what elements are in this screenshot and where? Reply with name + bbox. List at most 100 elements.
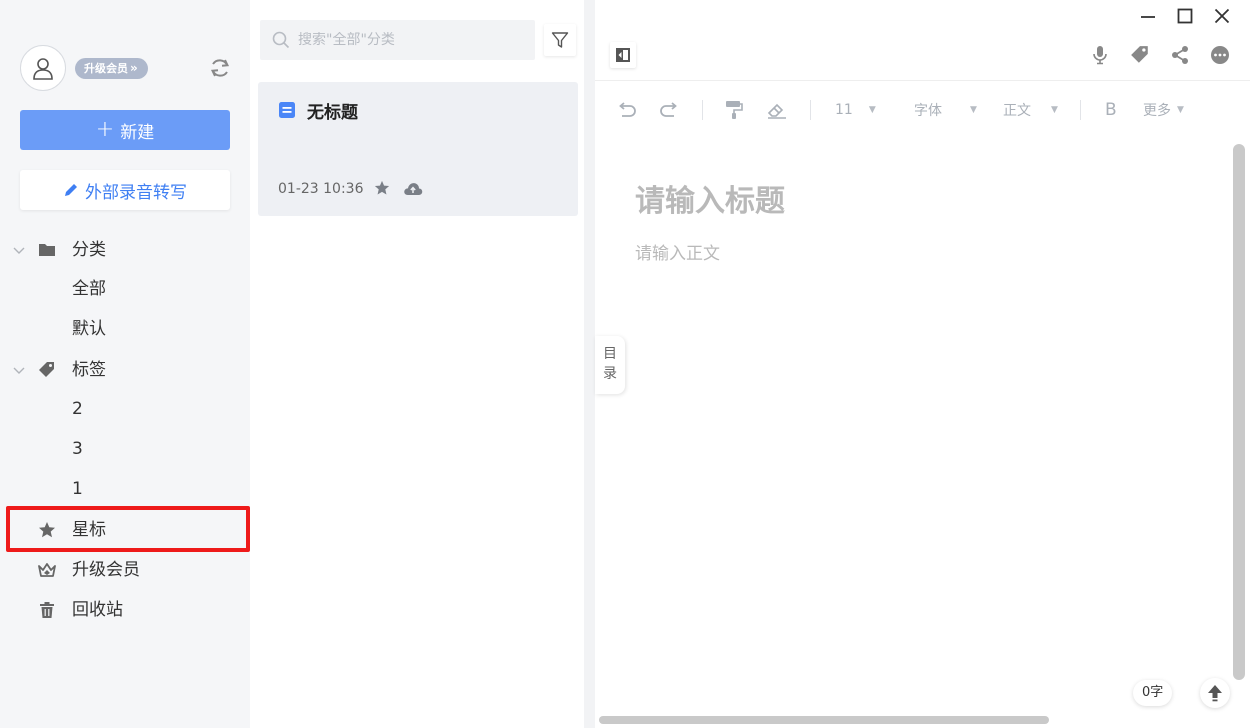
trash-icon	[40, 602, 54, 618]
more-format-select[interactable]: 更多 ▼	[1143, 96, 1184, 124]
sync-button[interactable]	[206, 54, 234, 82]
filter-button[interactable]	[544, 24, 576, 56]
external-recording-button[interactable]: 外部录音转写	[20, 170, 230, 210]
panel-toggle-icon	[616, 48, 630, 62]
paragraph-style-value: 正文	[1003, 103, 1031, 119]
highlight-box	[6, 506, 250, 552]
sidebar-item-label: 默认	[72, 319, 106, 339]
tag-icon	[1131, 46, 1148, 63]
note-title: 无标题	[307, 103, 358, 123]
dropdown-arrow-icon: ▼	[868, 105, 876, 115]
scroll-to-top-button[interactable]	[1200, 678, 1230, 708]
tag-button[interactable]	[1127, 42, 1153, 68]
sidebar-item-label: 1	[72, 479, 83, 499]
share-icon	[1172, 46, 1188, 64]
sidebar-item-all[interactable]: 全部	[0, 271, 250, 307]
toc-label-line2: 录	[603, 366, 617, 382]
pencil-icon	[65, 184, 77, 196]
voice-input-button[interactable]	[1087, 42, 1113, 68]
minimize-button[interactable]	[1136, 4, 1160, 28]
sidebar-item-tag-3[interactable]: 3	[0, 431, 250, 467]
sidebar-item-label: 回收站	[72, 600, 123, 620]
filter-icon	[551, 32, 569, 48]
sidebar-item-tag-2[interactable]: 2	[0, 391, 250, 427]
paint-roller-icon	[726, 101, 743, 119]
word-count-badge: 0字	[1133, 680, 1173, 706]
chevron-down-icon	[13, 367, 25, 374]
user-icon	[33, 58, 53, 80]
sidebar-item-trash[interactable]: 回收站	[0, 592, 250, 628]
plus-icon: +	[95, 117, 115, 142]
microphone-icon	[1093, 46, 1107, 65]
redo-button[interactable]	[659, 96, 679, 124]
toolbar-divider	[810, 100, 811, 120]
font-size-select[interactable]: 11 ▼	[835, 96, 876, 124]
more-options-button[interactable]	[1207, 42, 1233, 68]
horizontal-scrollbar[interactable]	[599, 716, 1049, 724]
toolbar-divider	[702, 100, 703, 120]
sidebar-item-tag-1[interactable]: 1	[0, 471, 250, 507]
arrow-up-icon	[1208, 685, 1222, 702]
new-note-button[interactable]: + 新建	[20, 110, 230, 150]
toolbar-divider	[1080, 100, 1081, 120]
font-family-select[interactable]: 字体 ▼	[914, 96, 977, 124]
maximize-button[interactable]	[1173, 4, 1197, 28]
dropdown-arrow-icon: ▼	[1051, 105, 1058, 115]
search-input[interactable]	[298, 32, 528, 48]
clear-format-button[interactable]	[766, 96, 788, 124]
note-title-input[interactable]: 请输入标题	[635, 176, 785, 220]
font-size-value: 11	[835, 102, 853, 118]
folder-icon	[39, 244, 55, 256]
close-icon	[1214, 8, 1230, 24]
sidebar-item-label: 全部	[72, 279, 106, 299]
minimize-icon	[1141, 16, 1155, 18]
sidebar-item-label: 2	[72, 399, 83, 419]
upgrade-vip-badge[interactable]: 升级会员»	[75, 58, 148, 79]
redo-icon	[660, 102, 677, 117]
sidebar-section-tags[interactable]: 标签	[0, 352, 250, 388]
sidebar-item-label: 3	[72, 439, 83, 459]
new-note-label: 新建	[120, 122, 155, 143]
format-painter-button[interactable]	[724, 96, 744, 124]
toolbar-top-border	[595, 80, 1250, 81]
external-recording-label: 外部录音转写	[85, 182, 187, 203]
sidebar-item-default[interactable]: 默认	[0, 311, 250, 347]
undo-button[interactable]	[617, 96, 637, 124]
note-list-pane: 无标题 01-23 10:36	[250, 0, 584, 728]
search-icon	[272, 31, 290, 49]
close-button[interactable]	[1210, 4, 1234, 28]
sidebar-item-upgrade[interactable]: 升级会员	[0, 552, 250, 588]
dropdown-arrow-icon: ▼	[1177, 105, 1184, 115]
paragraph-style-select[interactable]: 正文 ▼	[1003, 96, 1058, 124]
crown-icon	[38, 563, 56, 577]
toc-label-line1: 目	[603, 346, 617, 362]
cloud-upload-icon	[404, 183, 423, 195]
user-avatar[interactable]	[20, 45, 66, 91]
document-icon	[279, 102, 295, 118]
note-body-input[interactable]: 请输入正文	[635, 239, 720, 264]
font-family-value: 字体	[914, 103, 942, 119]
maximize-icon	[1177, 8, 1193, 24]
chevron-down-icon	[13, 247, 25, 254]
sidebar-item-label: 升级会员	[72, 560, 140, 580]
vertical-scrollbar[interactable]	[1233, 144, 1245, 680]
pane-divider[interactable]	[584, 0, 595, 728]
vip-badge-label: 升级会员	[84, 62, 128, 75]
sidebar-label-categories: 分类	[72, 240, 106, 260]
share-button[interactable]	[1167, 42, 1193, 68]
dropdown-arrow-icon: ▼	[970, 105, 977, 115]
search-box[interactable]	[260, 20, 535, 60]
table-of-contents-tab[interactable]: 目 录	[595, 336, 625, 394]
editor-pane: 11 ▼ 字体 ▼ 正文 ▼ B 更多 ▼ 请输入标题 请输入正文 目 录 0字	[595, 0, 1250, 728]
bold-button[interactable]: B	[1105, 96, 1117, 124]
note-list-item[interactable]: 无标题 01-23 10:36	[258, 82, 578, 216]
double-chevron-right-icon: »	[130, 61, 138, 75]
bold-label: B	[1105, 100, 1117, 120]
sync-icon	[210, 59, 230, 77]
eraser-icon	[767, 103, 786, 119]
more-format-label: 更多	[1143, 103, 1171, 119]
sidebar-section-categories[interactable]: 分类	[0, 232, 250, 268]
toggle-panel-button[interactable]	[610, 42, 636, 68]
star-icon[interactable]	[374, 180, 390, 196]
note-timestamp: 01-23 10:36	[278, 181, 364, 197]
